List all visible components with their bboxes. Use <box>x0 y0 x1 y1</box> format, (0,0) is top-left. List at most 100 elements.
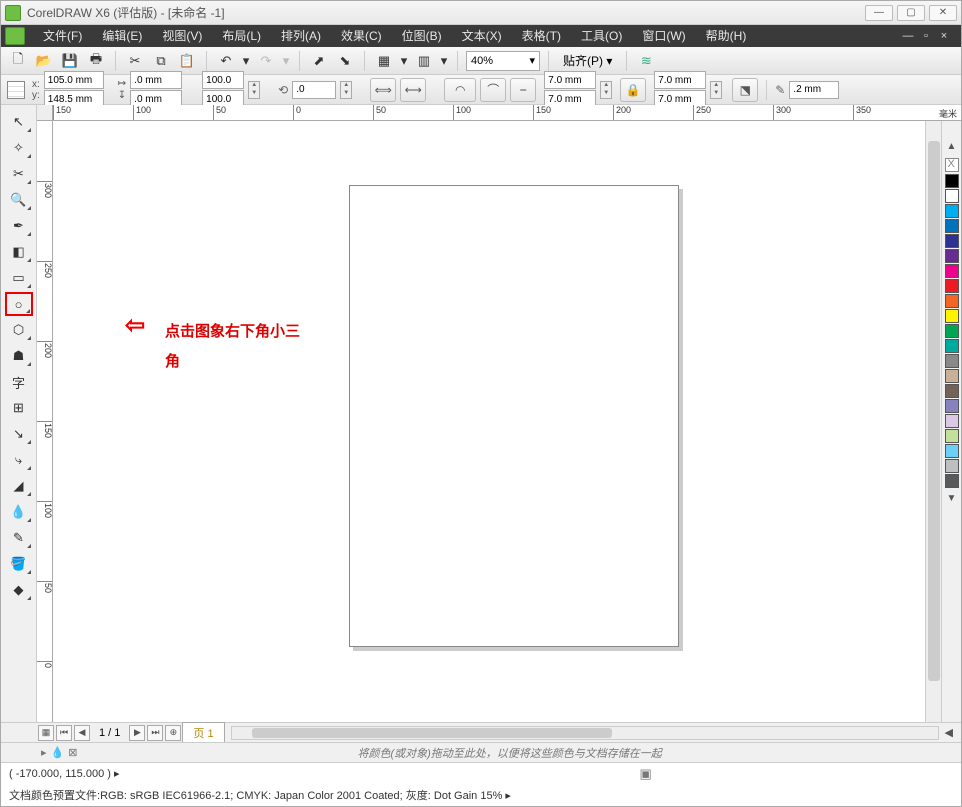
ruler-vertical[interactable]: 300250200150100500 <box>37 121 53 722</box>
color-swatch[interactable] <box>945 354 959 368</box>
mirror-v-button[interactable]: ⟷ <box>400 78 426 102</box>
interactive-tool[interactable]: ◢ <box>5 474 33 498</box>
rot-spin[interactable]: ▲▼ <box>340 81 352 99</box>
color-swatch[interactable] <box>945 384 959 398</box>
app-launcher-button[interactable]: ▦ <box>373 50 395 72</box>
color-swatch[interactable] <box>945 264 959 278</box>
menu-effects[interactable]: 效果(C) <box>331 25 392 47</box>
color-swatch[interactable] <box>945 474 959 488</box>
color-swatch[interactable] <box>945 189 959 203</box>
interactive-fill-tool[interactable]: ◆ <box>5 578 33 602</box>
page-next-button[interactable]: ▶ <box>129 725 145 741</box>
color-swatch[interactable] <box>945 249 959 263</box>
nudge1-spin[interactable]: ▲▼ <box>600 81 612 99</box>
sx-input[interactable]: 100.0 <box>202 71 244 89</box>
color-swatch[interactable] <box>945 294 959 308</box>
menu-arrange[interactable]: 排列(A) <box>271 25 331 47</box>
menu-view[interactable]: 视图(V) <box>152 25 212 47</box>
maximize-button[interactable]: ▢ <box>897 5 925 21</box>
fill-tool[interactable]: 🪣 <box>5 552 33 576</box>
corner-scallop-button[interactable]: ⌒ <box>480 78 506 102</box>
table-tool[interactable]: ⊞ <box>5 396 33 420</box>
connector-tool[interactable]: ⤷ <box>5 448 33 472</box>
menu-text[interactable]: 文本(X) <box>452 25 512 47</box>
mdi-close[interactable]: × <box>937 30 951 42</box>
redo-button[interactable]: ↷ <box>255 50 277 72</box>
basic-shapes-tool[interactable]: ☗ <box>5 344 33 368</box>
copy-button[interactable]: ⧉ <box>150 50 172 72</box>
color-swatch[interactable] <box>945 414 959 428</box>
page-prev-button[interactable]: ◀ <box>74 725 90 741</box>
dimension-tool[interactable]: ↘ <box>5 422 33 446</box>
scrollbar-vertical[interactable] <box>925 121 941 722</box>
palette-none-icon[interactable]: ⊠ <box>68 746 77 759</box>
palette-up-icon[interactable]: ▲ <box>947 141 957 152</box>
polygon-tool[interactable]: ⬡ <box>5 318 33 342</box>
redo-dropdown[interactable]: ▾ <box>281 50 291 72</box>
palette-dropper-icon[interactable]: 💧 <box>51 746 65 759</box>
color-swatch[interactable] <box>945 399 959 413</box>
palette-arrow-icon[interactable]: ▸ <box>41 746 47 759</box>
color-swatch[interactable] <box>945 459 959 473</box>
page-first-button[interactable]: ⏮ <box>56 725 72 741</box>
scale-spin[interactable]: ▲▼ <box>248 81 260 99</box>
text-tool[interactable]: 字 <box>5 370 33 394</box>
pick-tool[interactable]: ↖ <box>5 110 33 134</box>
rectangle-tool[interactable]: ▭ <box>5 266 33 290</box>
nudge2-spin[interactable]: ▲▼ <box>710 81 722 99</box>
welcome-dropdown[interactable]: ▾ <box>439 50 449 72</box>
outline-tool[interactable]: ✎ <box>5 526 33 550</box>
corner-round-button[interactable]: ◠ <box>444 78 476 102</box>
close-button[interactable]: ✕ <box>929 5 957 21</box>
minimize-button[interactable]: — <box>865 5 893 21</box>
menu-layout[interactable]: 布局(L) <box>212 25 271 47</box>
print-button[interactable]: 🖶 <box>85 50 107 72</box>
palette-down-icon[interactable]: ▼ <box>947 493 957 504</box>
menu-tools[interactable]: 工具(O) <box>571 25 632 47</box>
color-swatch[interactable] <box>945 444 959 458</box>
cut-button[interactable]: ✂ <box>124 50 146 72</box>
color-swatch[interactable] <box>945 324 959 338</box>
menu-help[interactable]: 帮助(H) <box>696 25 757 47</box>
w-input[interactable]: .0 mm <box>130 71 182 89</box>
nudge1a-input[interactable]: 7.0 mm <box>544 71 596 89</box>
smart-fill-tool[interactable]: ◧ <box>5 240 33 264</box>
paste-button[interactable]: 📋 <box>176 50 198 72</box>
color-swatch[interactable] <box>945 204 959 218</box>
canvas-viewport[interactable]: ⇦ 点击图象右下角小三角 <box>53 121 925 722</box>
new-button[interactable]: 🗋 <box>7 50 29 72</box>
page-add-button[interactable]: ⊕ <box>165 725 181 741</box>
color-swatch[interactable] <box>945 309 959 323</box>
rot-input[interactable]: .0 <box>292 81 336 99</box>
menu-edit[interactable]: 编辑(E) <box>92 25 152 47</box>
x-input[interactable]: 105.0 mm <box>44 71 104 89</box>
lock-icon[interactable]: 🔒 <box>620 78 646 102</box>
undo-button[interactable]: ↶ <box>215 50 237 72</box>
zoom-tool[interactable]: 🔍 <box>5 188 33 212</box>
color-swatch[interactable] <box>945 279 959 293</box>
options-button[interactable]: ≋ <box>635 50 657 72</box>
menu-window[interactable]: 窗口(W) <box>632 25 695 47</box>
mdi-restore[interactable]: ▫ <box>919 30 933 42</box>
import-button[interactable]: ⬈ <box>308 50 330 72</box>
welcome-button[interactable]: ▥ <box>413 50 435 72</box>
doc-icon[interactable]: ▦ <box>38 725 54 741</box>
mirror-h-button[interactable]: ⟺ <box>370 78 396 102</box>
mdi-minimize[interactable]: — <box>901 30 915 42</box>
corner-chamfer-button[interactable]: ⎯ <box>510 78 536 102</box>
menu-file[interactable]: 文件(F) <box>33 25 92 47</box>
menu-table[interactable]: 表格(T) <box>512 25 571 47</box>
fill-indicator-icon[interactable]: ▣ <box>640 766 652 782</box>
nudge2a-input[interactable]: 7.0 mm <box>654 71 706 89</box>
save-button[interactable]: 💾 <box>59 50 81 72</box>
crop-tool[interactable]: ✂ <box>5 162 33 186</box>
export-button[interactable]: ⬊ <box>334 50 356 72</box>
app-launcher-dropdown[interactable]: ▾ <box>399 50 409 72</box>
swatch-none[interactable] <box>945 158 959 172</box>
undo-dropdown[interactable]: ▾ <box>241 50 251 72</box>
scrollbar-horizontal[interactable] <box>231 726 939 740</box>
ruler-corner[interactable] <box>37 105 53 121</box>
snap-select[interactable]: 贴齐(P) ▾ <box>557 51 618 71</box>
shape-tool[interactable]: ✧ <box>5 136 33 160</box>
color-swatch[interactable] <box>945 234 959 248</box>
